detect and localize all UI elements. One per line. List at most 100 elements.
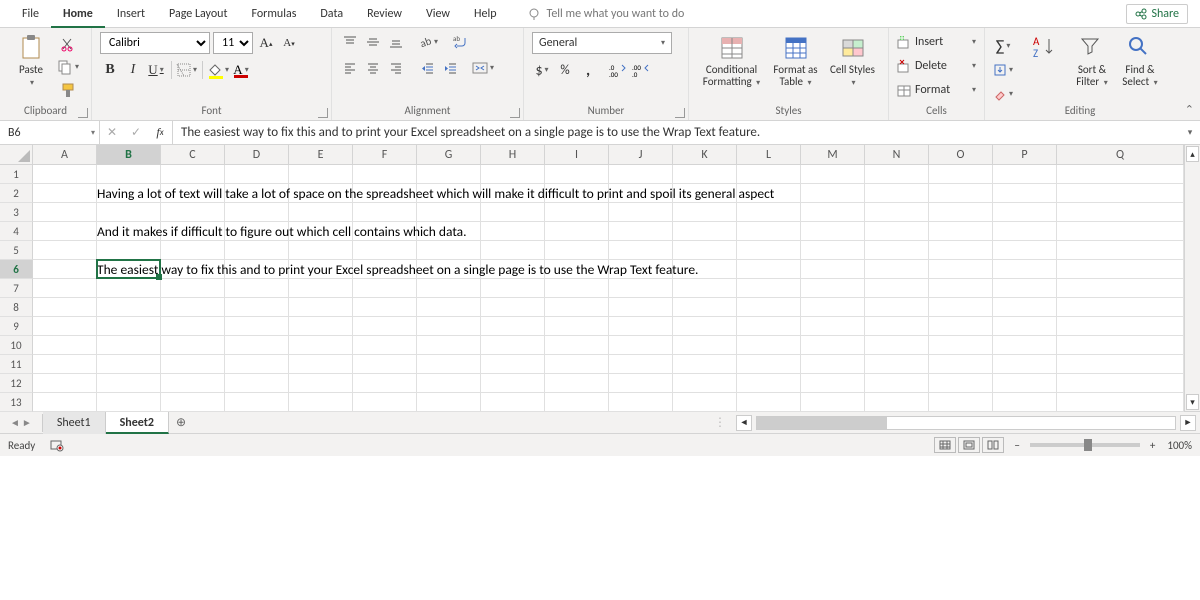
clear-button[interactable]: ▾ — [993, 84, 1013, 104]
view-pagebreak-button[interactable] — [982, 437, 1004, 453]
increase-decimal-button[interactable]: .0.00 — [608, 60, 628, 80]
tab-file[interactable]: File — [10, 0, 51, 28]
decrease-decimal-button[interactable]: .00.0 — [631, 60, 651, 80]
row-header-12[interactable]: 12 — [0, 374, 33, 393]
col-header-N[interactable]: N — [865, 145, 929, 165]
align-right-button[interactable] — [386, 58, 406, 78]
zoom-value[interactable]: 100% — [1167, 439, 1192, 452]
hscroll-left-button[interactable]: ◄ — [736, 415, 752, 431]
tab-pagelayout[interactable]: Page Layout — [157, 0, 239, 28]
row-header-6[interactable]: 6 — [0, 260, 33, 279]
number-format-select[interactable]: General▾ — [532, 32, 672, 54]
row-header-10[interactable]: 10 — [0, 336, 33, 355]
align-center-button[interactable] — [363, 58, 383, 78]
format-painter-button[interactable] — [58, 80, 78, 100]
cell-styles-button[interactable]: Cell Styles ▾ — [829, 32, 877, 102]
zoom-slider[interactable] — [1030, 443, 1140, 447]
view-normal-button[interactable] — [934, 437, 956, 453]
font-size-select[interactable]: 11 — [213, 32, 253, 54]
align-top-button[interactable] — [340, 32, 360, 52]
sheet-tab-2[interactable]: Sheet2 — [106, 412, 169, 434]
format-cells-button[interactable]: Format▾ — [897, 80, 976, 100]
align-left-button[interactable] — [340, 58, 360, 78]
merge-center-button[interactable]: ▾ — [473, 58, 493, 78]
tellme-search[interactable]: Tell me what you want to do — [527, 7, 685, 21]
alignment-dialog-launcher[interactable] — [510, 108, 520, 118]
cell-B6[interactable]: The easiest way to fix this and to print… — [97, 260, 698, 279]
decrease-font-button[interactable]: A▾ — [279, 33, 299, 53]
accounting-format-button[interactable]: $▾ — [532, 60, 552, 80]
col-header-Q[interactable]: Q — [1057, 145, 1184, 165]
formula-input[interactable]: The easiest way to fix this and to print… — [173, 121, 1180, 144]
sort-az-button[interactable]: AZ — [1023, 32, 1067, 102]
cut-button[interactable] — [58, 34, 78, 54]
col-header-M[interactable]: M — [801, 145, 865, 165]
col-header-D[interactable]: D — [225, 145, 289, 165]
col-header-I[interactable]: I — [545, 145, 609, 165]
decrease-indent-button[interactable] — [418, 58, 438, 78]
formula-accept-button[interactable]: ✓ — [124, 123, 148, 143]
vertical-scrollbar[interactable]: ▴▾ — [1184, 145, 1200, 411]
borders-button[interactable]: ▾ — [177, 60, 197, 80]
row-header-5[interactable]: 5 — [0, 241, 33, 260]
delete-cells-button[interactable]: Delete▾ — [897, 56, 976, 76]
tab-insert[interactable]: Insert — [105, 0, 157, 28]
tab-data[interactable]: Data — [308, 0, 355, 28]
format-as-table-button[interactable]: Format as Table ▾ — [767, 32, 825, 102]
conditional-formatting-button[interactable]: Conditional Formatting ▾ — [701, 32, 763, 102]
find-select-button[interactable]: Find & Select ▾ — [1117, 32, 1163, 102]
col-header-L[interactable]: L — [737, 145, 801, 165]
share-button[interactable]: Share — [1126, 4, 1188, 24]
col-header-G[interactable]: G — [417, 145, 481, 165]
orientation-button[interactable]: ab▾ — [418, 32, 438, 52]
number-dialog-launcher[interactable] — [675, 108, 685, 118]
row-header-7[interactable]: 7 — [0, 279, 33, 298]
insert-cells-button[interactable]: Insert▾ — [897, 32, 976, 52]
horizontal-scrollbar[interactable] — [756, 416, 1176, 430]
cells-area[interactable]: Having a lot of text will take a lot of … — [33, 165, 1184, 411]
row-header-2[interactable]: 2 — [0, 184, 33, 203]
col-header-O[interactable]: O — [929, 145, 993, 165]
macro-record-icon[interactable] — [49, 438, 63, 452]
row-header-1[interactable]: 1 — [0, 165, 33, 184]
col-header-F[interactable]: F — [353, 145, 417, 165]
col-header-B[interactable]: B — [97, 145, 161, 165]
col-header-H[interactable]: H — [481, 145, 545, 165]
percent-format-button[interactable]: % — [555, 60, 575, 80]
fill-color-button[interactable]: ▾ — [208, 60, 228, 80]
tab-review[interactable]: Review — [355, 0, 414, 28]
sheet-tab-1[interactable]: Sheet1 — [43, 412, 106, 434]
paste-button[interactable]: Paste▾ — [8, 32, 54, 102]
sort-filter-button[interactable]: Sort & Filter ▾ — [1071, 32, 1113, 102]
fill-button[interactable]: ▾ — [993, 60, 1013, 80]
add-sheet-button[interactable]: ⊕ — [169, 415, 193, 430]
tab-view[interactable]: View — [414, 0, 462, 28]
view-pagelayout-button[interactable] — [958, 437, 980, 453]
hscroll-right-button[interactable]: ► — [1180, 415, 1196, 431]
formula-reject-button[interactable]: ✕ — [100, 123, 124, 143]
tab-home[interactable]: Home — [51, 0, 105, 28]
col-header-E[interactable]: E — [289, 145, 353, 165]
col-header-C[interactable]: C — [161, 145, 225, 165]
row-header-13[interactable]: 13 — [0, 393, 33, 412]
row-header-3[interactable]: 3 — [0, 203, 33, 222]
collapse-ribbon-button[interactable]: ⌃ — [1185, 103, 1194, 116]
tab-help[interactable]: Help — [462, 0, 509, 28]
wrap-text-button[interactable]: ab — [450, 32, 470, 52]
increase-font-button[interactable]: A▴ — [256, 33, 276, 53]
copy-button[interactable]: ▾ — [58, 57, 78, 77]
increase-indent-button[interactable] — [441, 58, 461, 78]
font-color-button[interactable]: A▾ — [231, 60, 251, 80]
formula-expand-button[interactable]: ▾ — [1180, 121, 1200, 144]
col-header-K[interactable]: K — [673, 145, 737, 165]
col-header-P[interactable]: P — [993, 145, 1057, 165]
row-header-11[interactable]: 11 — [0, 355, 33, 374]
col-header-A[interactable]: A — [33, 145, 97, 165]
underline-button[interactable]: U▾ — [146, 60, 166, 80]
row-header-8[interactable]: 8 — [0, 298, 33, 317]
zoom-in-button[interactable]: + — [1150, 439, 1155, 452]
font-dialog-launcher[interactable] — [318, 108, 328, 118]
cell-B4[interactable]: And it makes if difficult to figure out … — [97, 222, 467, 241]
italic-button[interactable]: I — [123, 60, 143, 80]
insert-function-button[interactable]: fx — [148, 123, 172, 143]
